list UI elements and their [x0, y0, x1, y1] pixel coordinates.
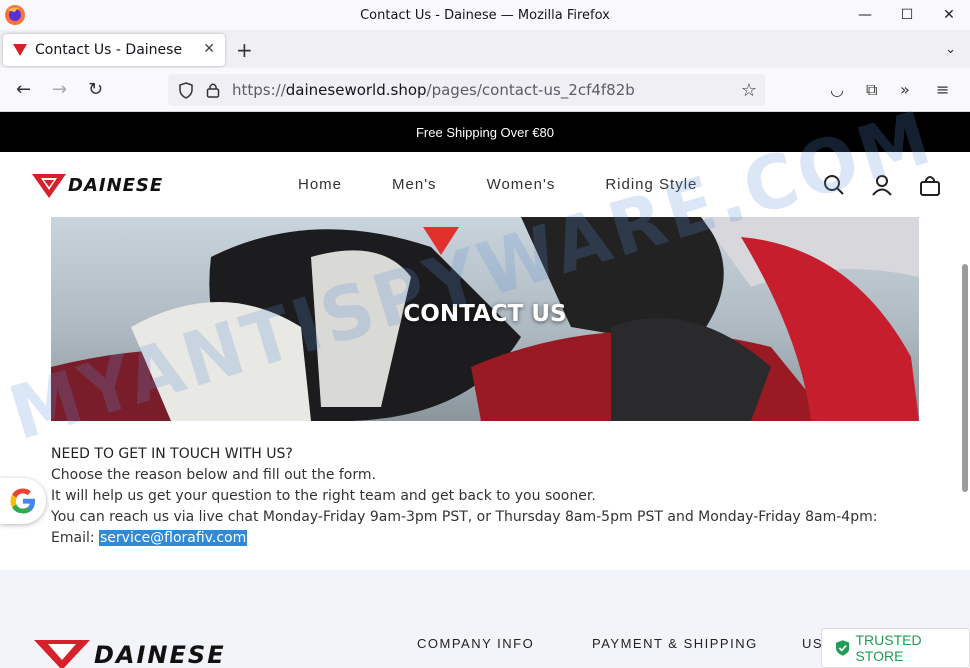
email-line: Email: service@florafiv.com — [51, 528, 877, 549]
announcement-bar: Free Shipping Over €80 — [0, 112, 970, 152]
tab-contact-us[interactable]: Contact Us - Dainese ✕ — [3, 34, 225, 66]
site-header: DAINESE Home Men's Women's Riding Style — [0, 152, 970, 217]
more-tools-icon[interactable]: » — [900, 80, 910, 99]
bookmark-star-icon[interactable]: ☆ — [741, 80, 757, 101]
tab-strip: Contact Us - Dainese ✕ — [0, 30, 970, 68]
contact-heading: NEED TO GET IN TOUCH WITH US? — [51, 446, 293, 462]
contact-line-1: Choose the reason below and fill out the… — [51, 467, 376, 483]
window-titlebar: Contact Us - Dainese — Mozilla Firefox —… — [0, 0, 970, 30]
contact-line-2: It will help us get your question to the… — [51, 488, 596, 504]
dainese-devil-logo-icon — [32, 174, 66, 198]
extensions-icon[interactable]: ⧉ — [866, 80, 877, 100]
footer-payment-shipping[interactable]: PAYMENT & SHIPPING — [592, 636, 758, 651]
email-link[interactable]: service@florafiv.com — [99, 530, 248, 546]
minimize-button[interactable]: — — [844, 0, 886, 30]
dainese-favicon-icon — [13, 44, 27, 56]
web-page: Free Shipping Over €80 DAINESE Home Men'… — [0, 112, 970, 668]
cart-bag-icon[interactable] — [919, 174, 941, 196]
lock-icon[interactable] — [206, 82, 220, 98]
email-label: Email: — [51, 530, 100, 546]
url-bar[interactable]: https://daineseworld.shop/pages/contact-… — [168, 74, 765, 106]
menu-item-womens[interactable]: Women's — [487, 176, 556, 193]
pocket-icon[interactable]: ◡ — [830, 80, 844, 99]
menu-item-riding-style[interactable]: Riding Style — [605, 176, 697, 193]
google-reviews-badge[interactable] — [0, 478, 46, 524]
firefox-icon — [5, 5, 25, 25]
footer-us[interactable]: US — [802, 636, 823, 651]
maximize-button[interactable]: ☐ — [886, 0, 928, 30]
account-icon[interactable] — [871, 174, 893, 196]
contact-text-block: NEED TO GET IN TOUCH WITH US? Choose the… — [51, 444, 877, 549]
hero-title: CONTACT US — [403, 301, 567, 327]
navigation-toolbar: ← → ↻ https://daineseworld.shop/pages/co… — [0, 68, 970, 112]
search-icon[interactable] — [823, 174, 845, 196]
close-window-button[interactable]: ✕ — [928, 0, 970, 30]
reload-button[interactable]: ↻ — [88, 80, 103, 100]
trusted-store-label: TRUSTED STORE — [855, 632, 922, 664]
hero-banner: CONTACT US — [51, 217, 919, 421]
site-logo[interactable]: DAINESE — [32, 172, 163, 198]
footer-devil-logo-icon — [34, 640, 90, 668]
new-tab-button[interactable]: + — [236, 38, 253, 62]
shield-icon[interactable] — [178, 81, 194, 99]
close-tab-icon[interactable]: ✕ — [203, 41, 215, 57]
google-g-icon — [10, 488, 35, 514]
list-all-tabs-icon[interactable]: ⌄ — [945, 42, 956, 57]
contact-line-3: You can reach us via live chat Monday-Fr… — [51, 509, 878, 525]
app-menu-icon[interactable]: ≡ — [936, 80, 949, 99]
trusted-store-badge[interactable]: TRUSTED STORE — [821, 628, 970, 668]
url-text[interactable]: https://daineseworld.shop/pages/contact-… — [232, 81, 635, 99]
main-menu: Home Men's Women's Riding Style — [298, 176, 697, 193]
back-button[interactable]: ← — [16, 80, 31, 100]
menu-item-mens[interactable]: Men's — [392, 176, 437, 193]
window-title: Contact Us - Dainese — Mozilla Firefox — [360, 7, 610, 23]
logo-wordmark: DAINESE — [68, 174, 164, 196]
footer-logo[interactable]: DAINESE — [34, 640, 226, 668]
tab-title: Contact Us - Dainese — [35, 42, 183, 58]
forward-button[interactable]: → — [52, 80, 67, 100]
footer-company-info[interactable]: COMPANY INFO — [417, 636, 534, 651]
menu-item-home[interactable]: Home — [298, 176, 342, 193]
shield-check-icon — [836, 640, 850, 656]
page-scrollbar[interactable] — [962, 264, 968, 492]
footer-wordmark: DAINESE — [94, 641, 226, 668]
